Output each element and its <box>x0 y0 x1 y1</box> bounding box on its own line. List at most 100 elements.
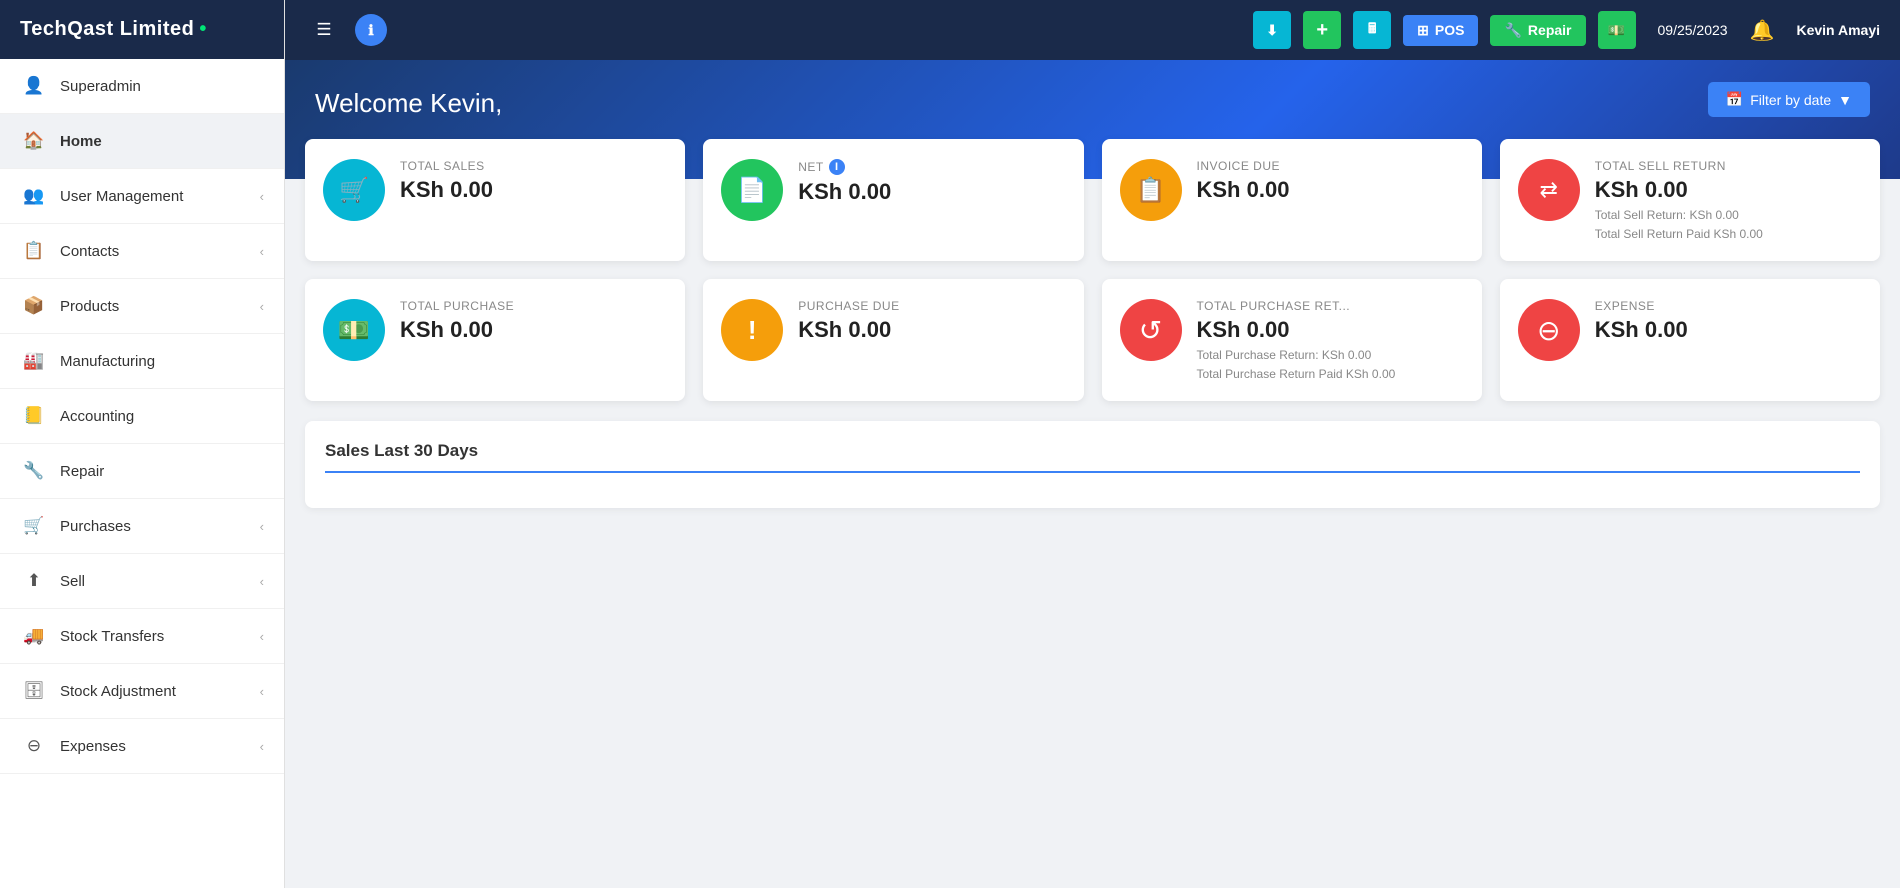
sidebar-item-stock-adjustment[interactable]: 🗄 Stock Adjustment ‹ <box>0 664 284 719</box>
sidebar-brand: TechQast Limited• <box>20 18 207 41</box>
repair-icon: 🔧 <box>1504 22 1521 39</box>
sidebar-item-contacts[interactable]: 📋 Contacts ‹ <box>0 224 284 279</box>
stat-value-purchase-due: KSh 0.00 <box>798 317 1065 343</box>
sidebar-item-stock-transfers[interactable]: 🚚 Stock Transfers ‹ <box>0 609 284 664</box>
sidebar-item-superadmin[interactable]: 👤 Superadmin <box>0 59 284 114</box>
sidebar-label-products: Products <box>60 298 260 315</box>
stat-info-purchase-due: PURCHASE DUE KSh 0.00 <box>798 299 1065 343</box>
stat-info-total-sell-return: TOTAL SELL RETURN KSh 0.00 Total Sell Re… <box>1595 159 1862 241</box>
sales-section-title: Sales Last 30 Days <box>325 441 1860 473</box>
sidebar-label-repair: Repair <box>60 463 264 480</box>
topbar-username: Kevin Amayi <box>1796 22 1880 38</box>
topbar: ☰ ℹ ⬇ + 🖩 ⊞ POS 🔧 Repair 💵 09/25/2023 🔔 … <box>285 0 1900 60</box>
stat-subtext1-total-sell-return: Total Sell Return: KSh 0.00 <box>1595 208 1862 222</box>
sidebar-arrow-expenses: ‹ <box>260 739 264 754</box>
sidebar-item-home[interactable]: 🏠 Home <box>0 114 284 169</box>
sidebar-label-purchases: Purchases <box>60 518 260 535</box>
sidebar-icon-stock-transfers: 🚚 <box>20 622 48 650</box>
sidebar-icon-expenses: ⊖ <box>20 732 48 760</box>
stat-card-total-sell-return: ⇄ TOTAL SELL RETURN KSh 0.00 Total Sell … <box>1500 139 1880 261</box>
info-icon-net[interactable]: i <box>829 159 845 175</box>
sidebar-label-sell: Sell <box>60 573 260 590</box>
sidebar-label-manufacturing: Manufacturing <box>60 353 264 370</box>
sidebar-item-repair[interactable]: 🔧 Repair <box>0 444 284 499</box>
download-button[interactable]: ⬇ <box>1253 11 1291 49</box>
sidebar-label-user-management: User Management <box>60 188 260 205</box>
sidebar-label-stock-adjustment: Stock Adjustment <box>60 683 260 700</box>
cash-button[interactable]: 💵 <box>1598 11 1636 49</box>
sidebar-label-contacts: Contacts <box>60 243 260 260</box>
sidebar-icon-stock-adjustment: 🗄 <box>20 677 48 705</box>
stat-icon-total-sales: 🛒 <box>323 159 385 221</box>
stat-value-total-sell-return: KSh 0.00 <box>1595 177 1862 203</box>
stat-card-total-purchase: 💵 TOTAL PURCHASE KSh 0.00 <box>305 279 685 401</box>
sidebar-item-accounting[interactable]: 📒 Accounting <box>0 389 284 444</box>
stat-subtext2-total-sell-return: Total Sell Return Paid KSh 0.00 <box>1595 227 1862 241</box>
sidebar-icon-superadmin: 👤 <box>20 72 48 100</box>
add-button[interactable]: + <box>1303 11 1341 49</box>
stat-info-total-purchase: TOTAL PURCHASE KSh 0.00 <box>400 299 667 343</box>
info-button[interactable]: ℹ <box>355 14 387 46</box>
stat-label-total-purchase-ret: TOTAL PURCHASE RET... <box>1197 299 1464 313</box>
sidebar: TechQast Limited• 👤 Superadmin 🏠 Home 👥 … <box>0 0 285 888</box>
stat-value-total-sales: KSh 0.00 <box>400 177 667 203</box>
notification-bell-icon[interactable]: 🔔 <box>1750 18 1775 43</box>
stat-label-total-purchase: TOTAL PURCHASE <box>400 299 667 313</box>
pos-icon: ⊞ <box>1417 22 1429 39</box>
sidebar-arrow-contacts: ‹ <box>260 244 264 259</box>
sidebar-arrow-sell: ‹ <box>260 574 264 589</box>
pos-button[interactable]: ⊞ POS <box>1403 15 1478 46</box>
repair-label: Repair <box>1528 22 1572 38</box>
stat-icon-invoice-due: 📋 <box>1120 159 1182 221</box>
stat-card-net: 📄 NET i KSh 0.00 <box>703 139 1083 261</box>
stat-icon-total-sell-return: ⇄ <box>1518 159 1580 221</box>
sidebar-arrow-stock-transfers: ‹ <box>260 629 264 644</box>
sidebar-icon-contacts: 📋 <box>20 237 48 265</box>
sidebar-icon-products: 📦 <box>20 292 48 320</box>
stat-card-total-purchase-ret: ↺ TOTAL PURCHASE RET... KSh 0.00 Total P… <box>1102 279 1482 401</box>
stat-icon-total-purchase-ret: ↺ <box>1120 299 1182 361</box>
sidebar-item-sell[interactable]: ⬆ Sell ‹ <box>0 554 284 609</box>
stat-subtext2-total-purchase-ret: Total Purchase Return Paid KSh 0.00 <box>1197 367 1464 381</box>
menu-toggle-button[interactable]: ☰ <box>305 11 343 49</box>
sidebar-icon-accounting: 📒 <box>20 402 48 430</box>
sidebar-label-stock-transfers: Stock Transfers <box>60 628 260 645</box>
sidebar-header: TechQast Limited• <box>0 0 284 59</box>
stat-info-total-sales: TOTAL SALES KSh 0.00 <box>400 159 667 203</box>
calendar-icon: 📅 <box>1726 91 1743 108</box>
stat-icon-purchase-due: ! <box>721 299 783 361</box>
sidebar-icon-repair: 🔧 <box>20 457 48 485</box>
main-area: ☰ ℹ ⬇ + 🖩 ⊞ POS 🔧 Repair 💵 09/25/2023 🔔 … <box>285 0 1900 888</box>
stats-row-1: 🛒 TOTAL SALES KSh 0.00 📄 NET i KSh 0.00 … <box>285 139 1900 261</box>
filter-date-button[interactable]: 📅 Filter by date ▼ <box>1708 82 1870 117</box>
sidebar-item-expenses[interactable]: ⊖ Expenses ‹ <box>0 719 284 774</box>
sidebar-label-expenses: Expenses <box>60 738 260 755</box>
sidebar-icon-purchases: 🛒 <box>20 512 48 540</box>
stat-value-total-purchase: KSh 0.00 <box>400 317 667 343</box>
sidebar-arrow-stock-adjustment: ‹ <box>260 684 264 699</box>
stat-icon-total-purchase: 💵 <box>323 299 385 361</box>
stats-row-2: 💵 TOTAL PURCHASE KSh 0.00 ! PURCHASE DUE… <box>285 279 1900 401</box>
repair-button[interactable]: 🔧 Repair <box>1490 15 1585 46</box>
stat-icon-net: 📄 <box>721 159 783 221</box>
sidebar-item-purchases[interactable]: 🛒 Purchases ‹ <box>0 499 284 554</box>
sidebar-arrow-user-management: ‹ <box>260 189 264 204</box>
stat-label-total-sell-return: TOTAL SELL RETURN <box>1595 159 1862 173</box>
sidebar-icon-user-management: 👥 <box>20 182 48 210</box>
sidebar-icon-manufacturing: 🏭 <box>20 347 48 375</box>
sidebar-icon-sell: ⬆ <box>20 567 48 595</box>
sidebar-nav: 👤 Superadmin 🏠 Home 👥 User Management ‹ … <box>0 59 284 774</box>
sidebar-item-products[interactable]: 📦 Products ‹ <box>0 279 284 334</box>
sidebar-item-user-management[interactable]: 👥 User Management ‹ <box>0 169 284 224</box>
welcome-title: Welcome Kevin, <box>315 88 1870 119</box>
sidebar-arrow-products: ‹ <box>260 299 264 314</box>
stat-info-expense: EXPENSE KSh 0.00 <box>1595 299 1862 343</box>
stat-info-invoice-due: INVOICE DUE KSh 0.00 <box>1197 159 1464 203</box>
stat-card-purchase-due: ! PURCHASE DUE KSh 0.00 <box>703 279 1083 401</box>
sidebar-item-manufacturing[interactable]: 🏭 Manufacturing <box>0 334 284 389</box>
stat-label-purchase-due: PURCHASE DUE <box>798 299 1065 313</box>
calculator-button[interactable]: 🖩 <box>1353 11 1391 49</box>
stat-value-net: KSh 0.00 <box>798 179 1065 205</box>
topbar-date: 09/25/2023 <box>1658 22 1728 38</box>
sidebar-label-accounting: Accounting <box>60 408 264 425</box>
